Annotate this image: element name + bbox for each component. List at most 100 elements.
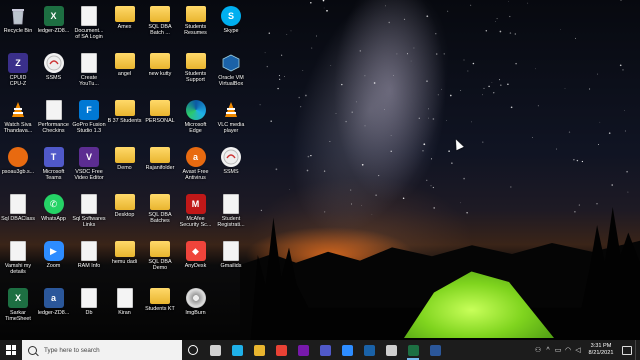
desktop-icon-students-kt[interactable]: Students KT (142, 286, 178, 330)
chevron-up-icon[interactable]: ^ (543, 347, 553, 354)
start-button[interactable] (0, 340, 22, 360)
desktop-icon-label: Microsoft Edge (184, 122, 207, 135)
taskbar-edge-button[interactable] (226, 340, 248, 360)
taskbar: Type here to search ⚇ ^ ▭ ◠ ◁ 3:31 PM 8/… (0, 340, 640, 360)
desktop-icon-ram-info[interactable]: RAM Info (71, 239, 107, 283)
desktop-icon-demo1[interactable]: Demo (107, 145, 143, 189)
desktop-icon-mcafee[interactable]: M McAfee Security Sc... (178, 192, 214, 236)
doc-icon (10, 194, 26, 214)
desktop-icon-vlc[interactable]: VLC media player (213, 98, 249, 142)
star (418, 117, 420, 120)
taskbar-chrome-button[interactable] (270, 340, 292, 360)
taskbar-teams-button[interactable] (314, 340, 336, 360)
skype-icon: S (221, 6, 241, 26)
desktop-icon-b37[interactable]: B 37 Students (107, 98, 143, 142)
desktop-icon-cpuid[interactable]: Z CPUID CPU-Z (0, 51, 36, 95)
desktop-icon-db[interactable]: Db (71, 286, 107, 330)
clock[interactable]: 3:31 PM 8/21/2021 (583, 343, 619, 357)
desktop-icon-gmailids[interactable]: Gmailids (213, 239, 249, 283)
taskbar-search-box[interactable]: Type here to search (22, 340, 182, 360)
star (460, 90, 462, 91)
desktop-icon-hemu[interactable]: hemu dadi (107, 239, 143, 283)
star (467, 70, 469, 72)
star (496, 18, 498, 20)
star (264, 52, 266, 54)
desktop-icon-amex[interactable]: Amex (107, 4, 143, 48)
taskbar-word-button[interactable] (424, 340, 446, 360)
desktop-icon-ssms1[interactable]: SSMS (36, 51, 72, 95)
desktop-icon-zoom[interactable]: ▶ Zoom (36, 239, 72, 283)
desktop-icon-angel[interactable]: angel (107, 51, 143, 95)
desktop-icon-vsdc[interactable]: V VSDC Free Video Editor (71, 145, 107, 189)
windows-logo-icon (6, 345, 16, 355)
desktop-icon-students-support[interactable]: Students Support (178, 51, 214, 95)
taskbar-cortana-button[interactable] (182, 340, 204, 360)
desktop-icon-ledger2[interactable]: a ledger-ZD8... (36, 286, 72, 330)
desktop-icon-label: Desktop (114, 212, 135, 218)
desktop-icon-sarkar[interactable]: X Sarkar TimeSheet (0, 286, 36, 330)
desktop-icon-sqldba-batch[interactable]: SQL DBA Batch ... (142, 4, 178, 48)
star (430, 185, 432, 187)
network-icon[interactable]: ◠ (563, 346, 573, 354)
desktop-icon-new-kutty[interactable]: new kutty (142, 51, 178, 95)
taskbar-file-explorer-button[interactable] (248, 340, 270, 360)
desktop-icon-documentation[interactable]: Document... of SA Login (71, 4, 107, 48)
desktop-icon-oracle-vbox[interactable]: Oracle VM VirtualBox (213, 51, 249, 95)
word-icon: a (43, 288, 64, 308)
taskbar-onenote-button[interactable] (292, 340, 314, 360)
desktop-icon-watch-siva[interactable]: Watch Siva Thandava... (0, 98, 36, 142)
desktop-icon-psoau3gb[interactable]: psoau3gb.s... (0, 145, 36, 189)
taskbar-ssms-button[interactable] (380, 340, 402, 360)
desktop-icon-label: RAM Info (77, 263, 101, 269)
taskbar-virtualbox-button[interactable] (358, 340, 380, 360)
desktop-icon-skype[interactable]: S Skype (213, 4, 249, 48)
desktop-icon-recycle-bin[interactable]: Recycle Bin (0, 4, 36, 48)
desktop-icon-sql-softwares[interactable]: Sql Softwares Links (71, 192, 107, 236)
zoom-icon: ▶ (43, 241, 64, 261)
taskbar-zoom-button[interactable] (336, 340, 358, 360)
desktop-icon-gopro[interactable]: F GoPro Fusion Studio 1.3 (71, 98, 107, 142)
desktop-icon-sqldba-demo[interactable]: SQL DBA Demo (142, 239, 178, 283)
desktop-icon-students-resumes[interactable]: Students Resumes (178, 4, 214, 48)
notification-center-button[interactable] (619, 345, 635, 355)
taskbar-excel-button[interactable] (402, 340, 424, 360)
star (350, 203, 352, 205)
desktop-icon-imgburn[interactable]: ImgBurn (178, 286, 214, 330)
desktop-icon-desktop[interactable]: Desktop (107, 192, 143, 236)
star (507, 83, 509, 85)
star (326, 9, 328, 12)
desktop-icon-student-reg[interactable]: Student Registrati... (213, 192, 249, 236)
desktop-icon-ledger1[interactable]: Xledger-ZD8... (36, 4, 72, 48)
doc-icon (81, 194, 97, 214)
doc-icon (10, 241, 26, 261)
battery-icon[interactable]: ▭ (553, 346, 563, 354)
desktop-icon-create-youtube[interactable]: Create YouTu... (71, 51, 107, 95)
desktop-icon-whatsapp[interactable]: ✆ WhatsApp (36, 192, 72, 236)
desktop-icon-ssms2[interactable]: SSMS (213, 145, 249, 189)
desktop-icon-kiran[interactable]: Kiran (107, 286, 143, 330)
desktop-icon-label: Document... of SA Login (74, 28, 104, 41)
taskbar-task-view-button[interactable] (204, 340, 226, 360)
desktop-icon-label: Db (85, 310, 93, 316)
show-desktop-button[interactable] (635, 340, 640, 360)
desktop-icon-vamshi[interactable]: Vamshi my details (0, 239, 36, 283)
star (510, 186, 512, 188)
star (599, 121, 601, 123)
people-icon[interactable]: ⚇ (533, 346, 543, 354)
excel-icon: X (43, 6, 64, 26)
star (509, 15, 511, 18)
desktop-icon-rajanifolder[interactable]: Rajanifolder (142, 145, 178, 189)
desktop-icon-edge[interactable]: Microsoft Edge (178, 98, 214, 142)
desktop-icon-sqldba-batches[interactable]: SQL DBA Batches (142, 192, 178, 236)
volume-icon[interactable]: ◁ (573, 346, 583, 354)
desktop-icon-teams[interactable]: T Microsoft Teams (36, 145, 72, 189)
desktop-icon-personal[interactable]: PERSONAL (142, 98, 178, 142)
avast-icon: a (185, 147, 206, 167)
desktop-icon-anydesk[interactable]: ◆ AnyDesk (178, 239, 214, 283)
desktop-icon-perf[interactable]: Performance Checkins (36, 98, 72, 142)
star (510, 106, 513, 109)
desktop-icon-sql-dbaclass[interactable]: Sql DBAClass (0, 192, 36, 236)
folder-icon (114, 194, 135, 210)
star (619, 64, 622, 67)
desktop-icon-avast[interactable]: a Avast Free Antivirus (178, 145, 214, 189)
